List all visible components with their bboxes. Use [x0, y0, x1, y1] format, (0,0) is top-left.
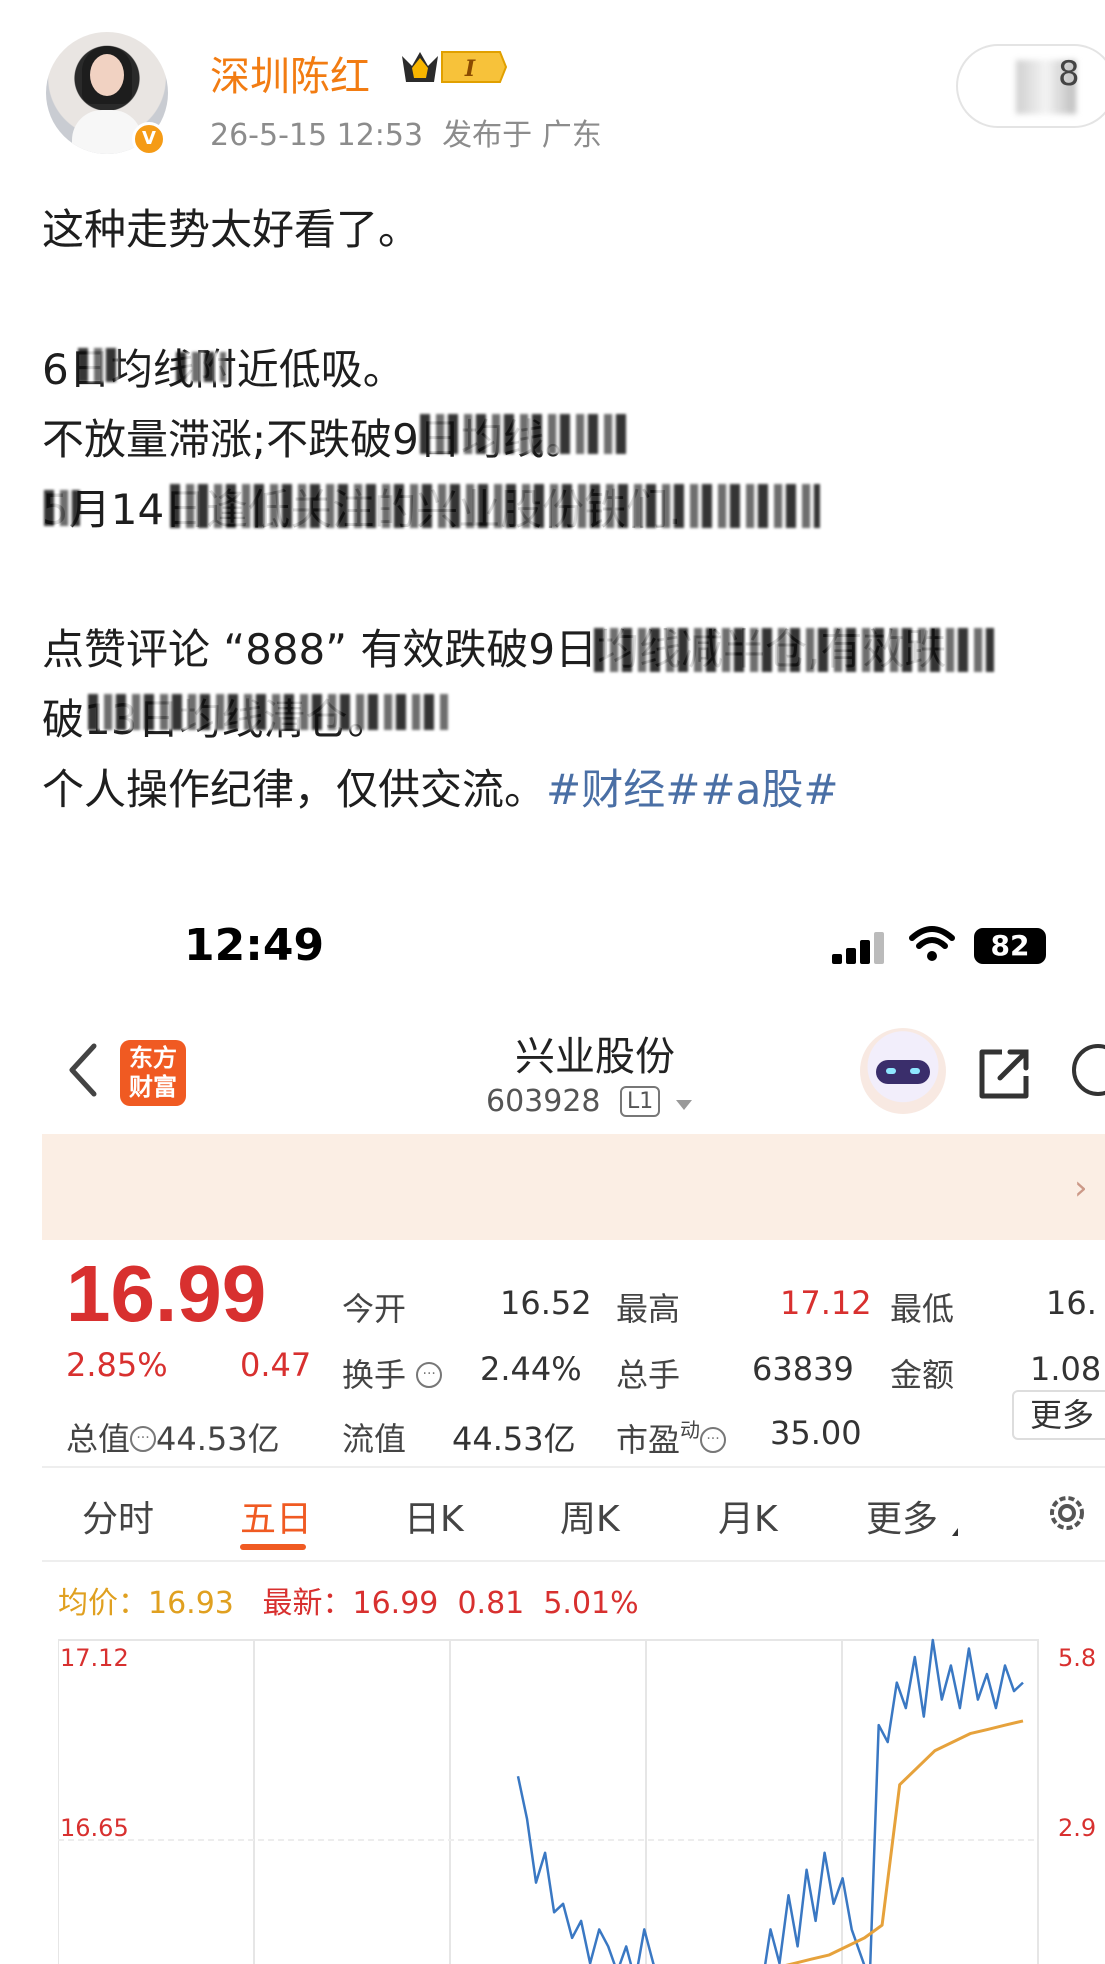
crown-level-badge-icon: I [402, 51, 508, 83]
change-percent: 2.85% [66, 1346, 168, 1384]
more-quotes-button[interactable]: 更多 [1012, 1390, 1105, 1440]
pe-label: 市盈动 ··· [616, 1414, 727, 1461]
stock-code[interactable]: 603928 [486, 1084, 601, 1119]
mosaic-redaction [594, 628, 994, 672]
latest-percent: 5.01% [543, 1586, 639, 1621]
divider [42, 1560, 1105, 1562]
latest-label: 最新： [262, 1586, 353, 1621]
float-label: 流值 [342, 1420, 407, 1458]
promo-banner[interactable] [42, 1134, 1105, 1240]
mktcap-value: 44.53亿 [156, 1420, 280, 1458]
active-tab-indicator [240, 1544, 306, 1550]
avg-price-line: 均价：16.93 最新：16.99 0.81 5.01% [58, 1578, 639, 1622]
float-value: 44.53亿 [452, 1420, 576, 1458]
turnover-value: 2.44% [480, 1350, 582, 1388]
chevron-down-icon[interactable] [676, 1100, 692, 1110]
open-value: 16.52 [500, 1284, 592, 1322]
amount-label: 金额 [890, 1356, 955, 1394]
signal-icon [832, 930, 888, 964]
tab-more[interactable]: 更多 [866, 1490, 938, 1542]
mosaic-redaction [88, 694, 448, 730]
volume-label: 总手 [616, 1356, 681, 1394]
high-label: 最高 [616, 1290, 681, 1328]
tab-monthly-k[interactable]: 月K [718, 1490, 778, 1542]
high-value: 17.12 [780, 1284, 872, 1322]
info-icon[interactable]: ··· [416, 1362, 443, 1388]
caret-icon [952, 1528, 958, 1536]
mosaic-redaction [44, 490, 80, 526]
robot-assistant-icon[interactable] [860, 1028, 946, 1114]
low-value: 16. [1046, 1284, 1097, 1322]
five-day-chart[interactable]: 17.12 16.65 5.8 2.9 [58, 1628, 1105, 1964]
follow-button[interactable]: 8 [956, 44, 1105, 128]
mosaic-redaction [420, 414, 630, 454]
info-icon[interactable]: ··· [130, 1426, 157, 1452]
close-banner-icon[interactable]: › [1074, 1168, 1088, 1208]
chart-frame [58, 1639, 1039, 1964]
level-badge: L1 [620, 1086, 661, 1117]
level-badge-text: I [464, 56, 476, 82]
mosaic-redaction [170, 484, 820, 528]
hashtag-link[interactable]: #财经##a股# [546, 765, 839, 814]
pe-value: 35.00 [770, 1414, 862, 1452]
mosaic-redaction [176, 352, 226, 382]
status-time: 12:49 [184, 920, 325, 971]
avg-price-line [785, 1719, 1024, 1964]
mosaic-redaction [78, 348, 118, 382]
post-line: 这种走势太好看了。 [42, 205, 421, 254]
y-tick-label: 16.65 [60, 1814, 129, 1842]
divider [42, 1466, 1105, 1468]
tab-intraday[interactable]: 分时 [82, 1490, 154, 1542]
turnover-label: 换手 ··· [342, 1350, 443, 1396]
latest-value: 16.99 [352, 1586, 439, 1621]
post-line-last: 个人操作纪律，仅供交流。#财经##a股# [42, 756, 839, 817]
tab-daily-k[interactable]: 日K [404, 1490, 464, 1542]
wifi-icon [909, 926, 955, 961]
y-tick-label-right: 2.9 [1058, 1814, 1096, 1842]
mktcap-label: 总值 ··· 44.53亿 [66, 1420, 280, 1458]
username[interactable]: 深圳陈红 [210, 44, 370, 102]
tab-five-day[interactable]: 五日 [240, 1490, 312, 1542]
post-location: 发布于 广东 [442, 118, 602, 153]
y-tick-label-right: 5.8 [1058, 1644, 1096, 1672]
low-label: 最低 [890, 1290, 955, 1328]
change-amount: 0.47 [240, 1346, 312, 1384]
post-timestamp: 26-5-15 12:53 [210, 118, 424, 153]
info-icon[interactable]: ··· [700, 1427, 727, 1453]
gear-icon[interactable] [1042, 1488, 1092, 1538]
tab-weekly-k[interactable]: 周K [560, 1490, 620, 1542]
follow-count: 8 [1058, 54, 1080, 94]
current-price: 16.99 [66, 1249, 267, 1338]
latest-change: 0.81 [457, 1586, 525, 1621]
amount-value: 1.08 [1030, 1350, 1102, 1388]
y-tick-label: 17.12 [60, 1644, 129, 1672]
open-label: 今开 [342, 1290, 407, 1328]
volume-value: 63839 [752, 1350, 854, 1388]
battery-icon: 82 [974, 928, 1046, 964]
post-meta: 26-5-15 12:53 发布于 广东 [210, 110, 602, 154]
post-line: 个人操作纪律，仅供交流。 [42, 765, 547, 814]
share-icon[interactable] [976, 1044, 1034, 1102]
avg-label: 均价： [58, 1586, 148, 1621]
verified-badge-icon: V [132, 122, 166, 156]
avg-value: 16.93 [148, 1586, 234, 1621]
price-line [516, 1638, 1024, 1964]
